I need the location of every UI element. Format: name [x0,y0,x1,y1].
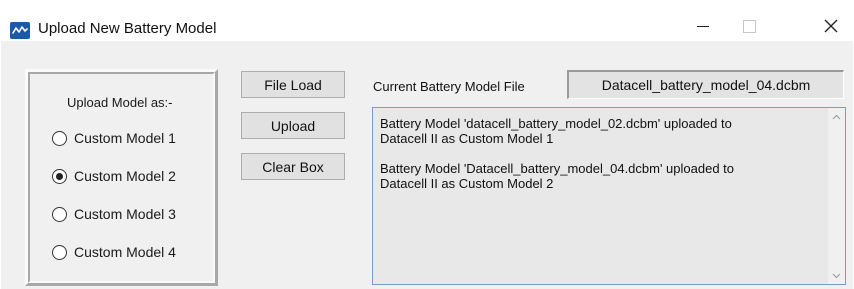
log-scrollbar[interactable] [828,108,845,284]
radio-circle [52,168,67,184]
minimize-button[interactable] [680,12,726,40]
scroll-up-icon[interactable] [828,108,845,125]
app-icon [10,22,30,39]
title-bar: Upload New Battery Model [0,0,854,40]
group-title: Upload Model as:- [67,95,173,110]
file-load-button[interactable]: File Load [241,71,345,98]
radio-circle [52,130,67,146]
upload-log-textbox[interactable]: Battery Model 'datacell_battery_model_02… [372,107,846,285]
radio-label: Custom Model 1 [74,130,176,146]
radio-circle [52,206,67,222]
radio-label: Custom Model 2 [74,168,176,184]
close-icon [824,19,838,33]
dialog-body: Upload Model as:- Custom Model 1 Custom … [1,41,853,289]
clear-box-button[interactable]: Clear Box [241,153,345,180]
radio-custom-model-2[interactable]: Custom Model 2 [52,168,176,184]
current-file-label: Current Battery Model File [373,79,525,94]
maximize-button[interactable] [726,12,772,40]
log-text: Battery Model 'datacell_battery_model_02… [380,116,735,191]
upload-button[interactable]: Upload [241,112,345,139]
close-button[interactable] [808,12,854,40]
radio-selected-dot [56,172,63,180]
radio-label: Custom Model 3 [74,206,176,222]
model-groupbox: Upload Model as:- Custom Model 1 Custom … [25,69,218,286]
radio-custom-model-3[interactable]: Custom Model 3 [52,206,176,222]
scroll-down-icon[interactable] [828,267,845,284]
radio-custom-model-4[interactable]: Custom Model 4 [52,244,176,260]
window-title: Upload New Battery Model [38,20,217,37]
radio-custom-model-1[interactable]: Custom Model 1 [52,130,176,146]
radio-circle [52,244,67,260]
current-file-field: Datacell_battery_model_04.dcbm [567,70,844,99]
radio-label: Custom Model 4 [74,244,176,260]
waveform-icon [12,26,28,34]
